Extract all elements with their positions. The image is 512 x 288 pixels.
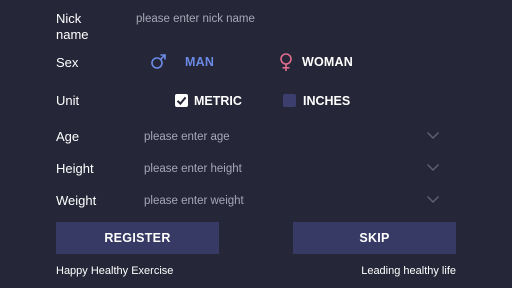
weight-dropdown[interactable] (426, 195, 440, 204)
height-input[interactable]: please enter height (144, 162, 364, 176)
sex-option-woman[interactable] (278, 53, 294, 72)
inches-label[interactable]: INCHES (303, 94, 350, 108)
chevron-down-icon (426, 131, 440, 140)
age-label: Age (56, 129, 80, 144)
sex-option-woman-label[interactable]: WOMAN (302, 55, 353, 69)
footer-slogan-left: Happy Healthy Exercise (56, 265, 174, 277)
sex-option-man[interactable] (150, 53, 167, 70)
unit-label: Unit (56, 93, 80, 108)
chevron-down-icon (426, 163, 440, 172)
age-input[interactable]: please enter age (144, 130, 364, 144)
footer-slogan-right: Leading healthy life (361, 265, 456, 277)
inches-checkbox[interactable] (283, 94, 296, 107)
nickname-label: Nick name (56, 11, 89, 42)
height-label: Height (56, 161, 94, 176)
female-icon (278, 53, 294, 72)
nickname-input[interactable]: please enter nick name (136, 12, 356, 26)
register-button[interactable]: REGISTER (56, 222, 219, 254)
checkmark-icon (176, 96, 187, 106)
chevron-down-icon (426, 195, 440, 204)
weight-input[interactable]: please enter weight (144, 194, 364, 208)
metric-label[interactable]: METRIC (194, 94, 242, 108)
male-icon (150, 53, 167, 70)
metric-checkbox[interactable] (175, 94, 188, 107)
age-dropdown[interactable] (426, 131, 440, 140)
sex-option-man-label[interactable]: MAN (185, 55, 214, 69)
height-dropdown[interactable] (426, 163, 440, 172)
sex-label: Sex (56, 55, 79, 70)
weight-label: Weight (56, 193, 97, 208)
skip-button[interactable]: SKIP (293, 222, 456, 254)
